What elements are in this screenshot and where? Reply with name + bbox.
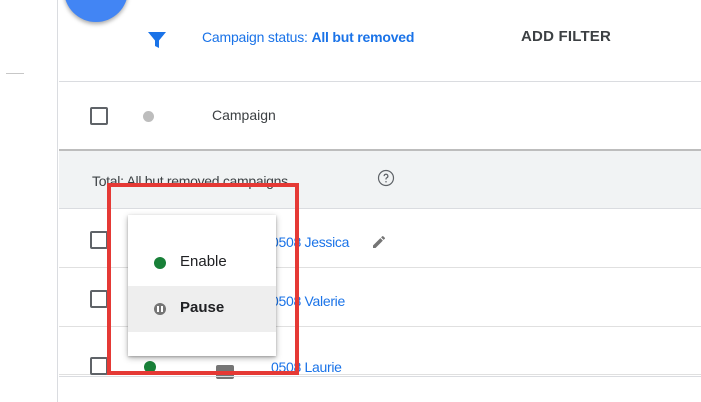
rail-divider [6, 73, 24, 74]
filter-icon[interactable] [145, 28, 169, 52]
total-label: Total: All but removed campaigns [92, 173, 288, 189]
pencil-icon[interactable] [371, 234, 387, 250]
row-checkbox[interactable] [90, 357, 108, 375]
campaign-status-filter-chip[interactable]: Campaign status: All but removed [202, 29, 414, 45]
campaign-name-link[interactable]: 0508 Laurie [271, 359, 342, 375]
table-bottom-divider [59, 376, 701, 377]
campaign-name-link[interactable]: 0508 Jessica [271, 234, 349, 250]
filter-bar: Campaign status: All but removed ADD FIL… [59, 0, 701, 82]
menu-item-label: Enable [180, 253, 227, 270]
menu-item-label: Pause [180, 299, 225, 316]
menu-item-enable[interactable]: Enable [128, 240, 276, 286]
campaign-name-link[interactable]: 0508 Valerie [271, 293, 345, 309]
table-header-row: Campaign [59, 82, 701, 151]
campaign-column-header[interactable]: Campaign [212, 107, 276, 123]
select-all-checkbox[interactable] [90, 107, 108, 125]
row-checkbox[interactable] [90, 231, 108, 249]
help-icon[interactable] [377, 169, 395, 187]
pause-icon [154, 303, 166, 315]
status-column-icon [143, 111, 154, 122]
filter-value: All but removed [311, 29, 415, 45]
enabled-status-icon[interactable] [144, 361, 156, 373]
add-filter-button[interactable]: ADD FILTER [521, 28, 611, 45]
filter-prefix: Campaign status: [202, 29, 312, 45]
enabled-dot-icon [154, 257, 166, 269]
status-dropdown-menu: Enable Pause [128, 215, 276, 356]
total-row: Total: All but removed campaigns [59, 151, 701, 209]
left-navigation-rail [0, 0, 58, 402]
menu-item-pause[interactable]: Pause [128, 286, 276, 332]
row-checkbox[interactable] [90, 290, 108, 308]
